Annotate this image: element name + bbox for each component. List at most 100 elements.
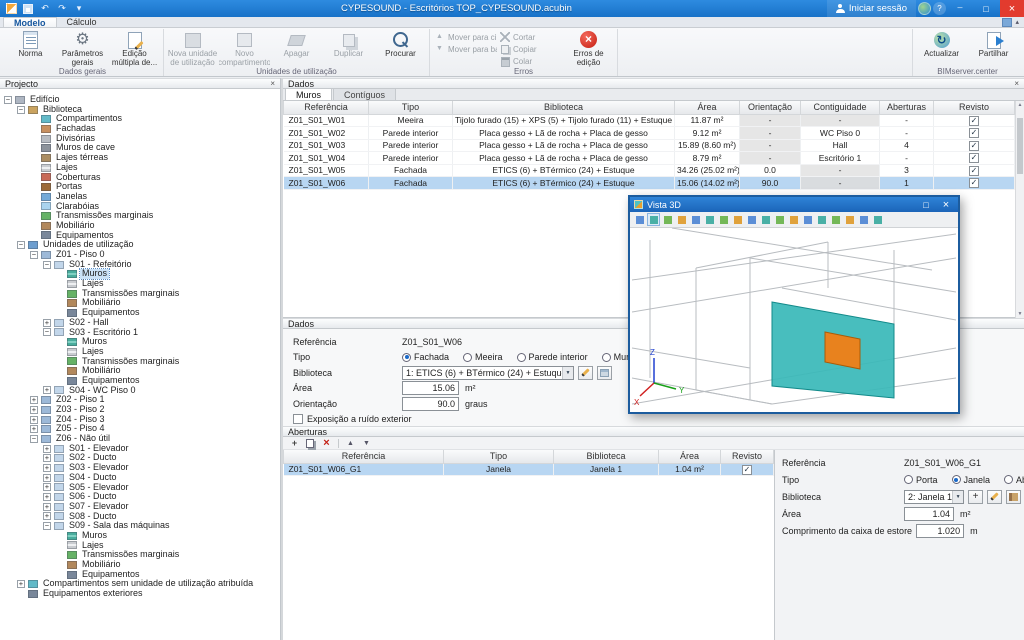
save-icon[interactable] <box>21 2 35 15</box>
tree-item-transmissoes-marginais[interactable]: Transmissões marginais <box>0 289 280 299</box>
tree-item-fachadas[interactable]: Fachadas <box>0 124 280 134</box>
collapse-icon[interactable] <box>43 261 51 269</box>
minimize-button[interactable] <box>948 0 972 17</box>
revisto-checkbox[interactable] <box>969 166 979 176</box>
globe-icon[interactable] <box>918 2 931 15</box>
tree-item-transmissoes-marginais[interactable]: Transmissões marginais <box>0 357 280 367</box>
ab-biblioteca-select[interactable]: 2: Janela 1 ▼ <box>904 490 964 504</box>
axes-icon[interactable] <box>871 213 884 226</box>
revisto-checkbox[interactable] <box>969 153 979 163</box>
exposicao-checkbox[interactable] <box>293 414 303 424</box>
vertical-scrollbar[interactable]: ▲ ▼ <box>1015 101 1024 318</box>
tree-item-z05-piso-4[interactable]: Z05 - Piso 4 <box>0 424 280 434</box>
shadows-icon[interactable] <box>773 213 786 226</box>
ab-add-library-button[interactable]: + <box>968 490 983 504</box>
expand-icon[interactable] <box>43 319 51 327</box>
table-row-z01-s01-w06[interactable]: Z01_S01_W06FachadaETICS (6) + BTérmico (… <box>284 177 1015 190</box>
ribbon-tab-calculo[interactable]: Cálculo <box>57 17 107 27</box>
app-icon[interactable] <box>4 2 18 15</box>
collapse-icon[interactable] <box>4 96 12 104</box>
column-header-orientacao[interactable]: Orientação <box>740 101 801 114</box>
tree-item-s04-wc-piso-0[interactable]: S04 - WC Piso 0 <box>0 386 280 396</box>
tree-item-s05-elevador[interactable]: S05 - Elevador <box>0 483 280 493</box>
tree-item-coberturas[interactable]: Coberturas <box>0 173 280 183</box>
tree-item-transmissoes-marginais[interactable]: Transmissões marginais <box>0 211 280 221</box>
tree-item-divisorias[interactable]: Divisórias <box>0 134 280 144</box>
column-header-biblioteca[interactable]: Biblioteca <box>453 101 675 114</box>
tree-item-z01-piso-0[interactable]: Z01 - Piso 0 <box>0 250 280 260</box>
tree-item-mobiliario[interactable]: Mobiliário <box>0 560 280 570</box>
tree-item-z03-piso-2[interactable]: Z03 - Piso 2 <box>0 405 280 415</box>
collapse-icon[interactable] <box>43 522 51 530</box>
print-icon[interactable] <box>857 213 870 226</box>
tree-item-compartimentos[interactable]: Compartimentos <box>0 114 280 124</box>
orbit-icon[interactable] <box>661 213 674 226</box>
tree-item-muros[interactable]: Muros <box>0 269 280 279</box>
expand-icon[interactable] <box>43 503 51 511</box>
edit-library-button[interactable] <box>578 366 593 380</box>
scrollbar-thumb[interactable] <box>1017 118 1023 174</box>
select-icon[interactable] <box>647 213 660 226</box>
scroll-up-icon[interactable]: ▲ <box>1016 101 1024 109</box>
eye-icon[interactable] <box>801 213 814 226</box>
quick-access-dropdown-icon[interactable]: ▾ <box>72 2 86 15</box>
tree-item-portas[interactable]: Portas <box>0 182 280 192</box>
table-row-z01-s01-w04[interactable]: Z01_S01_W04Parede interiorPlaca gesso + … <box>284 152 1015 165</box>
collapse-icon[interactable] <box>17 241 25 249</box>
collapse-icon[interactable] <box>30 251 38 259</box>
expand-icon[interactable] <box>30 416 38 424</box>
area-input[interactable] <box>402 381 459 395</box>
revisto-checkbox[interactable] <box>969 178 979 188</box>
edges-icon[interactable] <box>759 213 772 226</box>
add-button[interactable] <box>288 437 301 449</box>
biblioteca-select[interactable]: 1: ETICS (6) + BTérmico (24) + Estuque ▼ <box>402 366 574 380</box>
ribbon-options-icon[interactable] <box>1002 18 1012 27</box>
tree-item-transmissoes-marginais[interactable]: Transmissões marginais <box>0 550 280 560</box>
parametros-gerais-button[interactable]: Parâmetros gerais <box>57 29 108 67</box>
copy-button[interactable] <box>304 437 317 449</box>
table-row-z01-s01-w06-g1[interactable]: Z01_S01_W06_G1JanelaJanela 11.04 m² <box>284 463 774 476</box>
v3d-close-button[interactable] <box>938 198 954 211</box>
revisto-checkbox[interactable] <box>969 128 979 138</box>
radio-fachada[interactable]: Fachada <box>402 352 449 362</box>
previous-view-icon[interactable] <box>703 213 716 226</box>
radio-abertura[interactable]: Abertura <box>1004 475 1024 485</box>
tree-item-s02-hall[interactable]: S02 - Hall <box>0 318 280 328</box>
orientacao-input[interactable] <box>402 397 459 411</box>
expand-icon[interactable] <box>43 483 51 491</box>
column-header-area[interactable]: Área <box>659 450 721 463</box>
vista-3d-titlebar[interactable]: Vista 3D <box>630 197 958 212</box>
tree-item-equipamentos[interactable]: Equipamentos <box>0 376 280 386</box>
radio-parede-interior[interactable]: Parede interior <box>517 352 588 362</box>
expand-icon[interactable] <box>43 512 51 520</box>
tree-item-z06-nao-util[interactable]: Z06 - Não útil <box>0 434 280 444</box>
redo-icon[interactable]: ↷ <box>55 2 69 15</box>
hide-icon[interactable] <box>815 213 828 226</box>
expand-icon[interactable] <box>17 580 25 588</box>
help-icon[interactable]: ? <box>933 2 946 15</box>
tree-item-equipamentos[interactable]: Equipamentos <box>0 308 280 318</box>
expand-icon[interactable] <box>30 406 38 414</box>
ribbon-tab-modelo[interactable]: Modelo <box>3 17 57 27</box>
edicao-multipla-de-button[interactable]: Edição múltipla de... <box>109 29 160 67</box>
tree-item-muros[interactable]: Muros <box>0 531 280 541</box>
zoom-window-icon[interactable] <box>829 213 842 226</box>
column-header-revisto[interactable]: Revisto <box>721 450 774 463</box>
isometric-icon[interactable] <box>633 213 646 226</box>
ab-comprimento-input[interactable] <box>916 524 964 538</box>
close-panel-icon[interactable]: × <box>270 79 275 88</box>
tree-item-janelas[interactable]: Janelas <box>0 192 280 202</box>
column-header-tipo[interactable]: Tipo <box>369 101 453 114</box>
collapse-icon[interactable] <box>43 328 51 336</box>
actualizar-button[interactable]: Actualizar <box>916 29 967 67</box>
vista-3d-viewport[interactable]: Z X Y <box>632 228 956 410</box>
radio-porta[interactable]: Porta <box>904 475 938 485</box>
tree-item-equipamentos-exteriores[interactable]: Equipamentos exteriores <box>0 589 280 599</box>
expand-icon[interactable] <box>43 493 51 501</box>
tree-item-muros[interactable]: Muros <box>0 337 280 347</box>
column-header-revisto[interactable]: Revisto <box>934 101 1015 114</box>
textures-icon[interactable] <box>745 213 758 226</box>
undo-icon[interactable]: ↶ <box>38 2 52 15</box>
pan-icon[interactable] <box>675 213 688 226</box>
radio-meeira[interactable]: Meeira <box>463 352 503 362</box>
